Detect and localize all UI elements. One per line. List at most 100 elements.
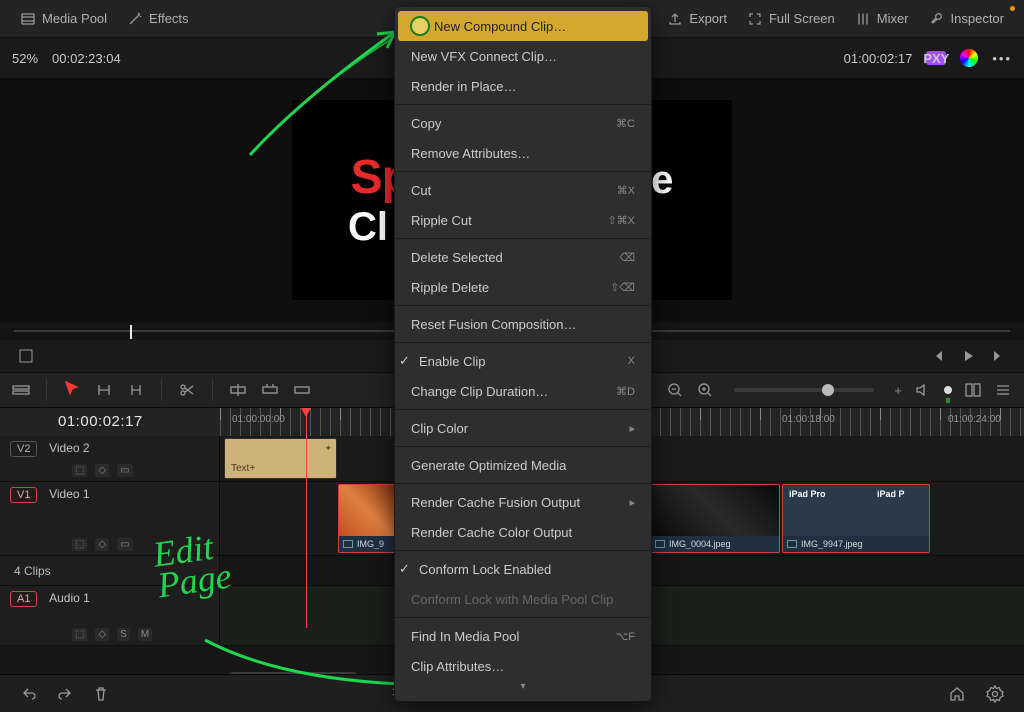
menu-scroll-down-icon[interactable]: ▾ [395, 681, 651, 697]
clip-text[interactable]: Text+ ✦ [224, 438, 337, 479]
track-name: Audio 1 [49, 591, 90, 605]
ruler-tc-0: 01:00:00:00 [232, 414, 285, 425]
zoom-slider[interactable] [734, 388, 874, 392]
gear-icon[interactable] [986, 685, 1004, 703]
effects-button[interactable]: Effects [117, 7, 199, 31]
menu-render-cache-color[interactable]: Render Cache Color Output [395, 517, 651, 547]
record-timecode: 01:00:02:17 [844, 51, 913, 66]
volume-icon[interactable] [914, 381, 932, 399]
auto-select-icon[interactable]: ◇ [95, 464, 109, 477]
mixer-button[interactable]: Mixer [845, 7, 919, 31]
sliders-icon [855, 11, 871, 27]
track-header-v2[interactable]: V2 Video 2 ⬚ ◇ ▭ [0, 436, 219, 482]
menu-copy[interactable]: Copy⌘C [395, 108, 651, 138]
track-name: Video 2 [49, 441, 89, 455]
track-index[interactable]: V1 [10, 487, 37, 503]
track-toggle-icon[interactable]: ▭ [117, 464, 132, 477]
insert-icon[interactable] [229, 381, 247, 399]
menu-change-duration[interactable]: Change Clip Duration…⌘D [395, 376, 651, 406]
fx-icon: ✦ [324, 443, 332, 454]
track-header-v1[interactable]: V1 Video 1 ⬚◇▭ [0, 482, 219, 556]
lock-icon[interactable]: ⬚ [72, 464, 87, 477]
label: Media Pool [42, 11, 107, 26]
menu-new-vfx-connect-clip[interactable]: New VFX Connect Clip… [395, 41, 651, 71]
menu-generate-optimized[interactable]: Generate Optimized Media [395, 450, 651, 480]
auto-select-icon[interactable]: ◇ [95, 628, 109, 641]
trash-icon[interactable] [92, 685, 110, 703]
scissors-icon[interactable] [178, 381, 196, 399]
menu-icon[interactable] [994, 381, 1012, 399]
clip-label: Text+ [231, 463, 255, 474]
menu-ripple-delete[interactable]: Ripple Delete⇧⌫ [395, 272, 651, 302]
timeline-view-icon[interactable] [12, 381, 30, 399]
menu-render-in-place[interactable]: Render in Place… [395, 71, 651, 101]
export-icon [667, 11, 683, 27]
menu-clip-color[interactable]: Clip Color▸ [395, 413, 651, 443]
timeline-playhead[interactable] [306, 408, 307, 628]
title-text-white: Cl [348, 205, 388, 249]
zoom-percent[interactable]: 52% [12, 51, 38, 66]
redo-icon[interactable] [56, 685, 74, 703]
track-header-a1[interactable]: A1 Audio 1 ⬚ ◇ SM [0, 586, 219, 646]
volume-indicator[interactable] [944, 386, 952, 394]
timeline-master-timecode: 01:00:02:17 [58, 413, 143, 430]
menu-remove-attributes[interactable]: Remove Attributes… [395, 138, 651, 168]
film-icon [20, 11, 36, 27]
scrub-playhead[interactable] [130, 325, 132, 339]
lock-icon[interactable]: ⬚ [72, 628, 87, 641]
mute-icon[interactable]: M [138, 628, 152, 641]
last-frame-icon[interactable] [990, 348, 1006, 364]
picture-icon [655, 540, 665, 548]
solo-icon[interactable]: S [117, 628, 130, 641]
selection-tool-icon[interactable] [63, 380, 81, 398]
split-view-icon[interactable] [964, 381, 982, 399]
menu-cut[interactable]: Cut⌘X [395, 175, 651, 205]
auto-select-icon[interactable]: ◇ [95, 538, 109, 551]
media-pool-button[interactable]: Media Pool [10, 7, 117, 31]
clip-image-3[interactable]: IMG_9947.jpeg [782, 484, 930, 553]
colorwheel-icon[interactable] [960, 49, 978, 67]
menu-delete-selected[interactable]: Delete Selected⌫ [395, 242, 651, 272]
export-button[interactable]: Export [657, 7, 737, 31]
menu-ripple-cut[interactable]: Ripple Cut⇧⌘X [395, 205, 651, 235]
blade-tool-icon[interactable] [127, 381, 145, 399]
proxy-badge[interactable]: PXY [926, 51, 946, 65]
fullscreen-button[interactable]: Full Screen [737, 7, 845, 31]
wand-icon [127, 11, 143, 27]
clips-count-label: 4 Clips [0, 556, 219, 586]
track-headers: V2 Video 2 ⬚◇▭ V1 Video 1 ⬚◇▭ 4 Clips A1… [0, 436, 220, 646]
track-toggle-icon[interactable]: ▭ [117, 538, 132, 551]
trim-tool-icon[interactable] [95, 381, 113, 399]
menu-enable-clip[interactable]: ✓Enable ClipX [395, 346, 651, 376]
clip-filename: IMG_0004.jpeg [669, 539, 731, 549]
menu-new-compound-clip[interactable]: New Compound Clip… [398, 11, 648, 41]
menu-render-cache-fusion[interactable]: Render Cache Fusion Output▸ [395, 487, 651, 517]
clip-filename: IMG_9947.jpeg [801, 539, 863, 549]
menu-conform-lock-enabled[interactable]: ✓Conform Lock Enabled [395, 554, 651, 584]
more-options-button[interactable]: ••• [992, 51, 1012, 66]
overwrite-icon[interactable] [261, 381, 279, 399]
clip-image-2[interactable]: IMG_0004.jpeg [650, 484, 780, 553]
zoom-in-icon[interactable] [696, 381, 714, 399]
menu-clip-attributes[interactable]: Clip Attributes… [395, 651, 651, 681]
lock-icon[interactable]: ⬚ [72, 538, 87, 551]
track-index[interactable]: V2 [10, 441, 37, 457]
track-index[interactable]: A1 [10, 591, 37, 607]
play-icon[interactable] [960, 348, 976, 364]
first-frame-icon[interactable] [930, 348, 946, 364]
menu-find-in-media-pool[interactable]: Find In Media Pool⌥F [395, 621, 651, 651]
zoom-out-icon[interactable] [666, 381, 684, 399]
zoom-slider-handle[interactable] [822, 384, 834, 396]
undo-icon[interactable] [20, 685, 38, 703]
replace-icon[interactable] [293, 381, 311, 399]
ruler-tc-2: 01:00:24:00 [948, 414, 1001, 425]
label: Full Screen [769, 11, 835, 26]
crop-icon[interactable] [18, 348, 34, 364]
menu-reset-fusion[interactable]: Reset Fusion Composition… [395, 309, 651, 339]
inspector-button[interactable]: Inspector [919, 7, 1014, 31]
label: Effects [149, 11, 189, 26]
fullscreen-icon [747, 11, 763, 27]
clip-image-1[interactable]: IMG_9 [338, 484, 398, 553]
ruler-tc-1: 01:00:18:00 [782, 414, 835, 425]
home-icon[interactable] [948, 685, 966, 703]
